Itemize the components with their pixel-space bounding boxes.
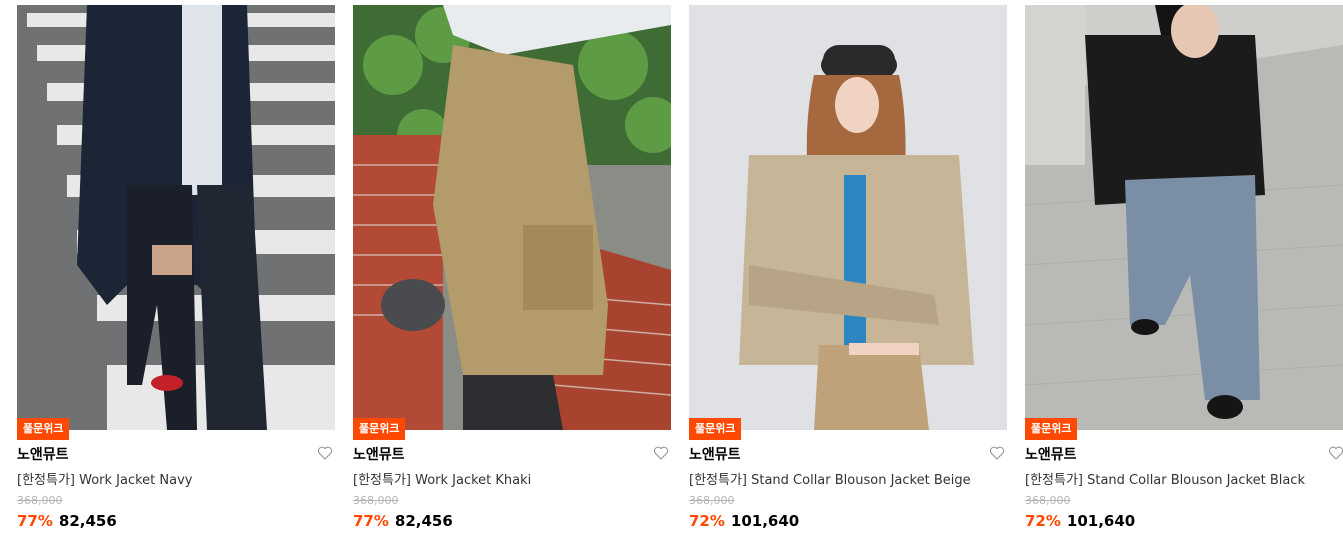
promo-badge: 풀문위크 bbox=[17, 418, 70, 440]
heart-outline-icon[interactable] bbox=[989, 445, 1005, 461]
brand-name[interactable]: 노앤뮤트 bbox=[17, 444, 69, 464]
product-name[interactable]: [한정특가] Stand Collar Blouson Jacket Beige bbox=[689, 469, 1007, 488]
discount-rate: 77% bbox=[17, 512, 53, 530]
product-image[interactable] bbox=[689, 5, 1007, 430]
heart-outline-icon[interactable] bbox=[1328, 445, 1343, 461]
product-grid: 풀문위크 노앤뮤트 [한정특가] Work Jacket Navy 368,00… bbox=[0, 0, 1343, 543]
heart-outline-icon[interactable] bbox=[653, 445, 669, 461]
heart-outline-icon[interactable] bbox=[317, 445, 333, 461]
product-image[interactable] bbox=[1025, 5, 1343, 430]
discount-rate: 77% bbox=[353, 512, 389, 530]
sale-price: 101,640 bbox=[1066, 512, 1136, 530]
product-name[interactable]: [한정특가] Stand Collar Blouson Jacket Black bbox=[1025, 469, 1343, 488]
discount-rate: 72% bbox=[689, 512, 725, 530]
original-price: 368,000 bbox=[353, 494, 399, 507]
price-row: 72% 101,640 bbox=[689, 512, 799, 530]
sale-price: 82,456 bbox=[394, 512, 453, 530]
brand-name[interactable]: 노앤뮤트 bbox=[353, 444, 405, 464]
product-image[interactable] bbox=[353, 5, 671, 430]
product-card[interactable]: 풀문위크 노앤뮤트 [한정특가] Work Jacket Khaki 368,0… bbox=[353, 0, 671, 543]
discount-rate: 72% bbox=[1025, 512, 1061, 530]
product-name[interactable]: [한정특가] Work Jacket Navy bbox=[17, 469, 335, 488]
original-price: 368,000 bbox=[17, 494, 63, 507]
price-row: 77% 82,456 bbox=[17, 512, 117, 530]
sale-price: 82,456 bbox=[58, 512, 117, 530]
sale-price: 101,640 bbox=[730, 512, 800, 530]
product-name[interactable]: [한정특가] Work Jacket Khaki bbox=[353, 469, 671, 488]
product-card[interactable]: 풀문위크 노앤뮤트 [한정특가] Stand Collar Blouson Ja… bbox=[689, 0, 1007, 543]
product-card[interactable]: 풀문위크 노앤뮤트 [한정특가] Stand Collar Blouson Ja… bbox=[1025, 0, 1343, 543]
brand-name[interactable]: 노앤뮤트 bbox=[1025, 444, 1077, 464]
promo-badge: 풀문위크 bbox=[353, 418, 406, 440]
price-row: 72% 101,640 bbox=[1025, 512, 1135, 530]
brand-name[interactable]: 노앤뮤트 bbox=[689, 444, 741, 464]
price-row: 77% 82,456 bbox=[353, 512, 453, 530]
promo-badge: 풀문위크 bbox=[1025, 418, 1078, 440]
promo-badge: 풀문위크 bbox=[689, 418, 742, 440]
product-image[interactable] bbox=[17, 5, 335, 430]
product-card[interactable]: 풀문위크 노앤뮤트 [한정특가] Work Jacket Navy 368,00… bbox=[17, 0, 335, 543]
original-price: 368,000 bbox=[1025, 494, 1071, 507]
original-price: 368,000 bbox=[689, 494, 735, 507]
